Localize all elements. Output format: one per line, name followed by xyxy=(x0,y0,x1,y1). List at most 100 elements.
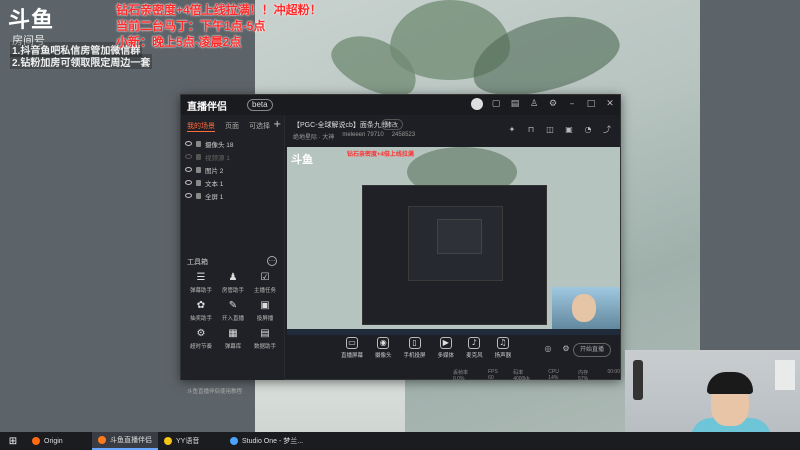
yy-icon xyxy=(164,437,172,445)
lock-icon[interactable] xyxy=(196,192,201,199)
minimize-icon[interactable]: – xyxy=(566,98,578,110)
room-category: 绝地星际 · 大神 xyxy=(293,135,335,141)
danmaku-icon: ☰ xyxy=(196,272,206,283)
edit-room-button[interactable]: 修改 xyxy=(381,119,404,130)
status-item: 码率 4000kb xyxy=(513,370,530,382)
settings-icon[interactable]: ⚙ xyxy=(547,98,559,110)
avatar[interactable] xyxy=(471,98,483,110)
origin-icon xyxy=(32,437,40,445)
tool-item[interactable]: ✎ 开入直播 xyxy=(217,300,249,322)
scene-item[interactable]: 视频源 1 xyxy=(185,150,281,163)
webcam-feed xyxy=(625,350,800,432)
background-shelf xyxy=(775,360,795,390)
control-label: 多媒体 xyxy=(437,353,455,359)
lock-icon[interactable] xyxy=(196,140,201,147)
lock-icon[interactable] xyxy=(196,153,201,160)
scene-list: 摄像头 18 视频源 1 图片 2 文本 1 全屏 1 xyxy=(185,137,281,202)
status-item: CPU 14% xyxy=(548,369,559,381)
scene-label: 摄像头 18 xyxy=(205,141,234,149)
scene-item[interactable]: 图片 2 xyxy=(185,163,281,176)
tool-item[interactable]: ⚙ 超时节奏 xyxy=(185,328,217,350)
screen-capture-button[interactable]: ▭ 直播屏幕 xyxy=(341,337,363,359)
preview-taskbar xyxy=(287,329,620,335)
tab-my-scenes[interactable]: 我的场景 xyxy=(187,121,215,132)
stream-preview[interactable]: 斗鱼 钻石亲密度+4倍上线拉满 xyxy=(287,147,620,335)
notice-line: 钻石亲密度+4倍上线拉满！！冲超粉！ xyxy=(116,3,322,17)
microphone xyxy=(633,360,643,400)
scene-item[interactable]: 摄像头 18 xyxy=(185,137,281,150)
taskbar-label: Studio One - 梦兰... xyxy=(242,438,304,445)
microphone-button[interactable]: ♪ 麦克风 xyxy=(466,337,483,359)
eye-icon[interactable] xyxy=(185,180,192,185)
room-title: 【PGC-全球解说cb】面条九郎！ xyxy=(293,122,395,129)
media-button[interactable]: ▶ 多媒体 xyxy=(437,337,455,359)
eye-icon[interactable] xyxy=(185,167,192,172)
lock-icon[interactable] xyxy=(196,179,201,186)
preview-person xyxy=(572,294,596,322)
taskbar-item[interactable]: Origin xyxy=(26,432,92,450)
live-companion-window: 直播伴侣 beta ▢ ▤ ♙ ⚙ – □ ✕ 我的场景 页面 可选择 + 摄像… xyxy=(180,94,621,395)
camera-button[interactable]: ◉ 摄像头 xyxy=(375,337,392,359)
gear-icon[interactable]: ⚙ xyxy=(561,344,571,354)
eye-icon[interactable] xyxy=(185,154,192,159)
cart-icon[interactable]: ◫ xyxy=(545,125,555,135)
eye-icon[interactable] xyxy=(185,193,192,198)
play-icon: ▶ xyxy=(439,337,452,349)
tool-item[interactable]: ▤ 数据助手 xyxy=(249,328,281,350)
windows-start-icon[interactable]: ⊞ xyxy=(0,432,26,450)
share-icon[interactable]: ⤴ xyxy=(602,125,612,135)
gift-icon[interactable]: ✦ xyxy=(507,125,517,135)
gift-icon[interactable]: ▤ xyxy=(509,98,521,110)
maximize-icon[interactable]: □ xyxy=(585,98,597,110)
taskbar-item[interactable]: 斗鱼直播伴侣 xyxy=(92,432,158,450)
gift-box-icon[interactable]: ▣ xyxy=(564,125,574,135)
tool-item[interactable]: ▦ 弹幕库 xyxy=(217,328,249,350)
scene-item[interactable]: 全屏 1 xyxy=(185,189,281,202)
tool-item[interactable]: ✿ 抽奖助手 xyxy=(185,300,217,322)
taskbar-label: YY语音 xyxy=(176,438,200,445)
title-bar[interactable]: 直播伴侣 beta ▢ ▤ ♙ ⚙ – □ ✕ xyxy=(181,95,620,115)
taskbar-item[interactable]: Studio One - 梦兰... xyxy=(224,432,314,450)
tutorial-link[interactable]: 斗鱼直播伴侣使用教程 xyxy=(187,387,242,395)
douyu-icon xyxy=(98,436,106,444)
tool-label: 房管助手 xyxy=(221,288,244,294)
shirt-icon[interactable]: ♙ xyxy=(528,98,540,110)
screen-icon: ▭ xyxy=(346,337,358,349)
speaker-button[interactable]: ♫ 扬声器 xyxy=(495,337,511,359)
app-logo: 直播伴侣 xyxy=(187,102,227,113)
scene-label: 全屏 1 xyxy=(205,193,224,201)
tab-optional[interactable]: 可选择 xyxy=(249,121,270,132)
add-scene-icon[interactable]: + xyxy=(273,119,281,130)
logo-text: 斗鱼 xyxy=(8,7,55,32)
lock-icon[interactable] xyxy=(196,166,201,173)
tool-label: 主播任务 xyxy=(253,288,276,294)
eye-icon[interactable] xyxy=(185,141,192,146)
toolbox-header: 工具箱 xyxy=(187,259,208,266)
tool-label: 投屏播 xyxy=(256,316,274,322)
phone-cast-button[interactable]: ▯ 手机投屏 xyxy=(404,337,426,359)
preview-logo: 斗鱼 xyxy=(291,154,313,166)
record-icon[interactable]: ◎ xyxy=(543,344,553,354)
scene-item[interactable]: 文本 1 xyxy=(185,176,281,189)
scene-label: 文本 1 xyxy=(205,180,224,188)
taskbar: ⊞ Origin 斗鱼直播伴侣 YY语音 Studio One - 梦兰... xyxy=(0,432,800,450)
tool-item[interactable]: ♟ 房管助手 xyxy=(217,272,249,294)
notice-line: 当前二台马丁：下午1点-5点 xyxy=(116,19,266,33)
tab-pages[interactable]: 页面 xyxy=(225,121,239,132)
microphone-icon: ♪ xyxy=(468,337,481,349)
tool-label: 开入直播 xyxy=(221,316,244,322)
taskbar-label: 斗鱼直播伴侣 xyxy=(110,437,152,444)
lock-icon[interactable]: ⊓ xyxy=(526,125,536,135)
close-icon[interactable]: ✕ xyxy=(604,98,616,110)
more-icon[interactable]: ··· xyxy=(267,256,277,266)
nested-window-preview xyxy=(437,219,482,254)
message-icon[interactable]: ▢ xyxy=(490,98,502,110)
control-label: 麦克风 xyxy=(466,353,483,359)
tool-item[interactable]: ▣ 投屏播 xyxy=(249,300,281,322)
taskbar-item[interactable]: YY语音 xyxy=(158,432,224,450)
tool-item[interactable]: ☰ 弹幕助手 xyxy=(185,272,217,294)
tool-item[interactable]: ☑ 主播任务 xyxy=(249,272,281,294)
studio-one-icon xyxy=(230,437,238,445)
start-live-button[interactable]: 开始直播 xyxy=(573,343,611,357)
bell-icon[interactable]: ◔ xyxy=(583,125,593,135)
